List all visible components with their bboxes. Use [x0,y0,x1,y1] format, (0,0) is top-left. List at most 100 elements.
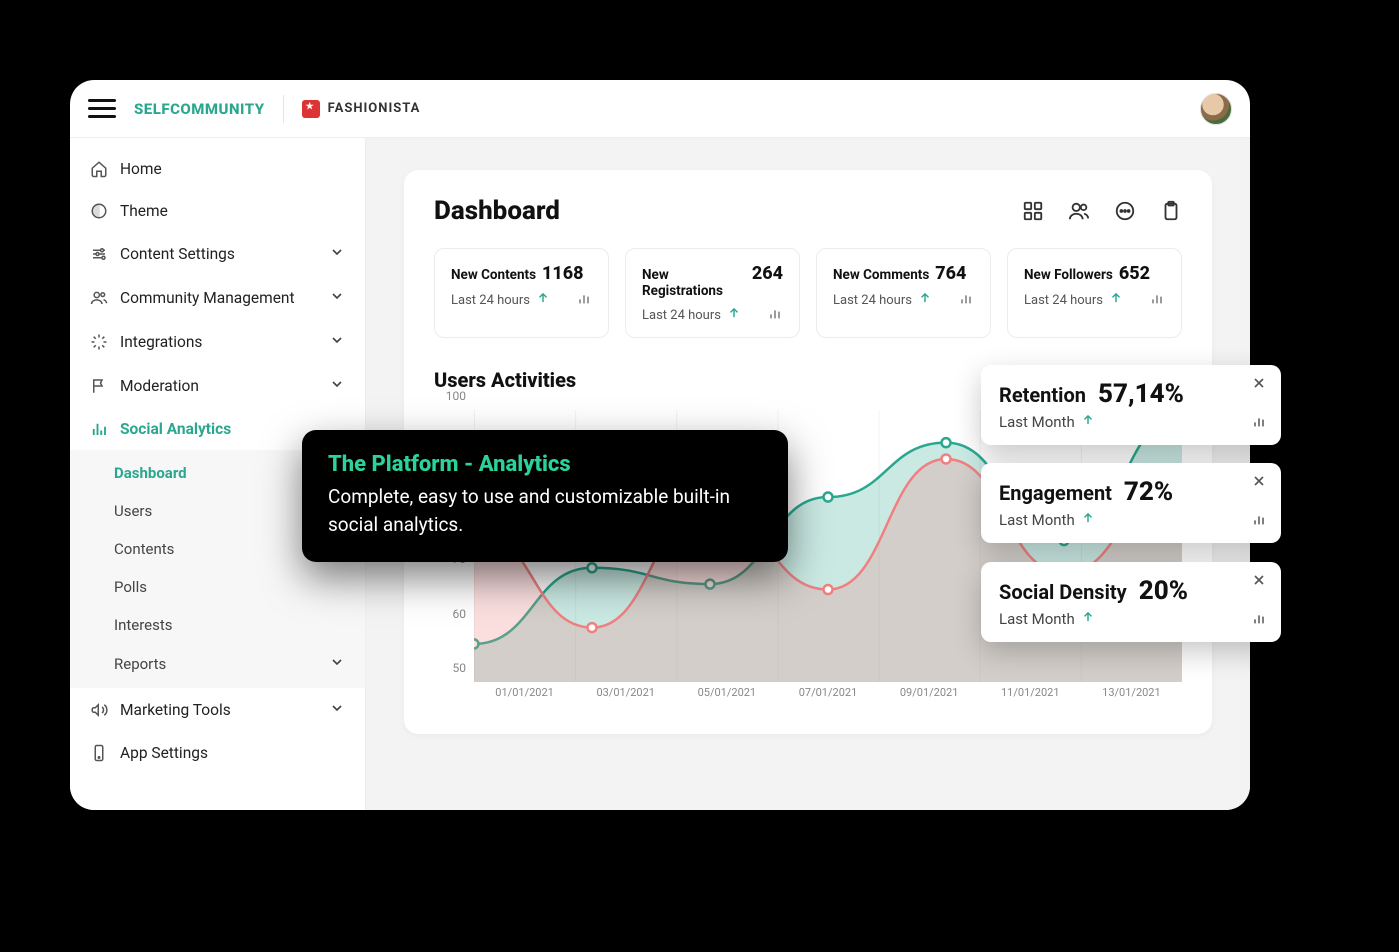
bars-icon [958,290,974,310]
nav-label: App Settings [120,744,208,762]
megaphone-icon [90,701,108,719]
nav-label: Moderation [120,377,199,395]
chevron-down-icon [329,332,345,352]
nav-label: Community Management [120,289,295,307]
grid-icon[interactable] [1022,200,1044,222]
avatar[interactable] [1200,93,1232,125]
stat-value: 652 [1119,263,1150,284]
bars-icon [1251,610,1267,630]
sub-label: Users [114,502,152,520]
y-tick: 50 [453,661,467,675]
chevron-down-icon [329,244,345,264]
sub-label: Interests [114,616,173,634]
arrow-up-icon [727,306,741,324]
nav-item-home[interactable]: Home [70,148,365,190]
float-value: 20% [1139,576,1188,606]
stat-value: 264 [752,263,783,284]
users-icon [90,289,108,307]
users-icon[interactable] [1068,200,1090,222]
nav-item-app-settings[interactable]: App Settings [70,732,365,774]
float-label: Retention [999,383,1086,407]
sub-item-polls[interactable]: Polls [70,568,365,606]
divider [283,95,284,123]
sub-label: Reports [114,655,166,673]
arrow-up-icon [1081,511,1095,529]
x-tick: 07/01/2021 [777,686,878,710]
stat-card[interactable]: New Registrations 264 Last 24 hours [625,248,800,338]
stats-row: New Contents 1168 Last 24 hours New Regi… [434,248,1182,338]
bars-icon [767,305,783,325]
chevron-down-icon [329,376,345,396]
close-icon[interactable] [1251,375,1267,395]
float-card-retention: Retention 57,14% Last Month [981,365,1281,445]
float-value: 57,14% [1098,379,1184,409]
float-period: Last Month [999,413,1075,431]
stat-label: New Followers [1024,267,1113,283]
flag-icon [90,377,108,395]
y-tick: 100 [446,389,466,403]
float-value: 72% [1124,477,1173,507]
chevron-down-icon [329,700,345,720]
stat-card[interactable]: New Contents 1168 Last 24 hours [434,248,609,338]
sub-item-reports[interactable]: Reports [70,644,365,684]
arrow-up-icon [1081,610,1095,628]
logo-secondary-text: FASHIONISTA [328,101,421,116]
sub-label: Contents [114,540,174,558]
bars-icon [576,290,592,310]
arrow-up-icon [536,291,550,309]
sub-label: Dashboard [114,464,187,482]
float-label: Social Density [999,580,1127,604]
stat-card[interactable]: New Followers 652 Last 24 hours [1007,248,1182,338]
close-icon[interactable] [1251,572,1267,592]
x-tick: 09/01/2021 [879,686,980,710]
home-icon [90,160,108,178]
bars-icon [1251,511,1267,531]
nav-label: Content Settings [120,245,235,263]
logo-secondary: FASHIONISTA [302,100,421,118]
x-tick: 03/01/2021 [575,686,676,710]
close-icon[interactable] [1251,473,1267,493]
nav-label: Social Analytics [120,420,231,438]
page-title: Dashboard [434,196,560,226]
dashboard-header: Dashboard [434,196,1182,226]
stat-card[interactable]: New Comments 764 Last 24 hours [816,248,991,338]
dashboard-actions [1022,200,1182,222]
stat-label: New Contents [451,267,536,283]
nav-label: Marketing Tools [120,701,231,719]
nav-item-theme[interactable]: Theme [70,190,365,232]
chevron-down-icon [329,654,345,674]
callout-tooltip: The Platform - Analytics Complete, easy … [302,430,788,562]
stat-period: Last 24 hours [642,308,721,323]
x-axis: 01/01/202103/01/202105/01/202107/01/2021… [474,686,1182,710]
topbar: SELFCOMMUNITY FASHIONISTA [70,80,1250,138]
nav-item-moderation[interactable]: Moderation [70,364,365,408]
nav-item-marketing-tools[interactable]: Marketing Tools [70,688,365,732]
analytics-icon [90,420,108,438]
settings-icon [90,245,108,263]
menu-button[interactable] [88,94,116,123]
nav-item-community-management[interactable]: Community Management [70,276,365,320]
float-label: Engagement [999,481,1112,505]
y-tick: 60 [453,607,467,621]
stat-value: 1168 [542,263,584,284]
clipboard-icon[interactable] [1160,200,1182,222]
bars-icon [1149,290,1165,310]
stat-label: New Registrations [642,267,746,299]
stat-period: Last 24 hours [451,293,530,308]
callout-body: Complete, easy to use and customizable b… [328,483,762,538]
nav-item-content-settings[interactable]: Content Settings [70,232,365,276]
float-period: Last Month [999,511,1075,529]
chevron-down-icon [329,288,345,308]
sub-item-interests[interactable]: Interests [70,606,365,644]
x-tick: 13/01/2021 [1081,686,1182,710]
nav-label: Integrations [120,333,202,351]
float-period: Last Month [999,610,1075,628]
stat-period: Last 24 hours [1024,293,1103,308]
chat-icon[interactable] [1114,200,1136,222]
stat-label: New Comments [833,267,929,283]
bars-icon [1251,413,1267,433]
stat-period: Last 24 hours [833,293,912,308]
arrow-up-icon [918,291,932,309]
nav-item-integrations[interactable]: Integrations [70,320,365,364]
arrow-up-icon [1109,291,1123,309]
